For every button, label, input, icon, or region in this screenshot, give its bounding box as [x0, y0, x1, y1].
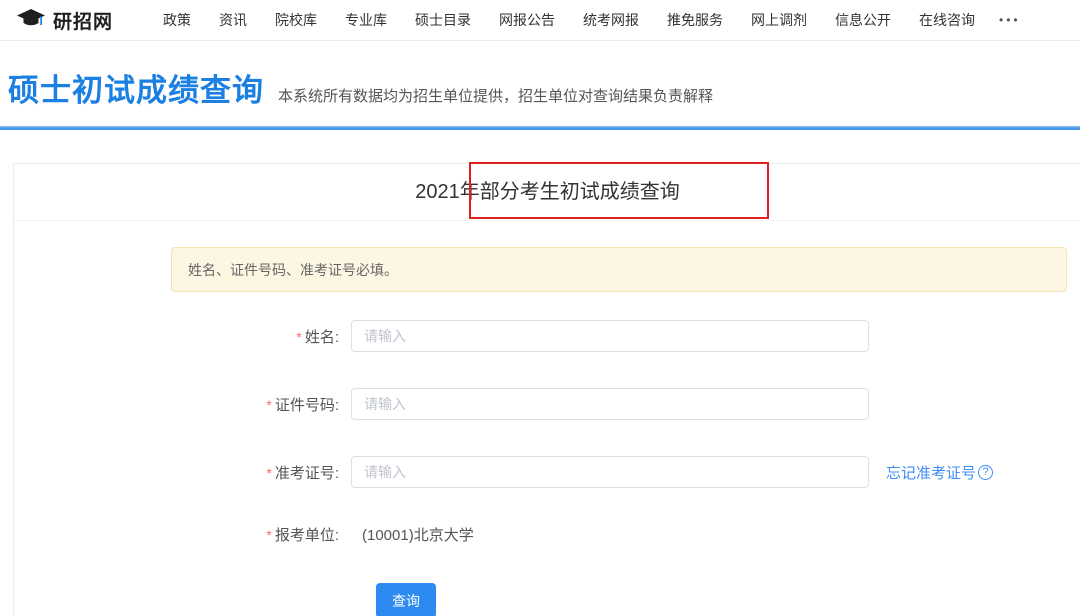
required-asterisk: * — [296, 329, 301, 345]
nav-item[interactable]: 推免服务 — [653, 10, 737, 30]
id-number-label: *证件号码: — [14, 394, 339, 415]
required-fields-alert: 姓名、证件号码、准考证号必填。 — [171, 247, 1067, 292]
graduation-cap-icon — [16, 8, 46, 32]
page-header: 硕士初试成绩查询 本系统所有数据均为招生单位提供，招生单位对查询结果负责解释 — [0, 41, 1080, 126]
card-header: 2021年部分考生初试成绩查询 — [14, 164, 1080, 221]
forgot-ticket-link[interactable]: 忘记准考证号 ? — [886, 462, 993, 483]
ticket-input[interactable] — [351, 456, 869, 488]
nav-item[interactable]: 网上调剂 — [737, 10, 821, 30]
site-logo[interactable]: 研招网 — [16, 7, 113, 34]
brand-name: 研招网 — [53, 7, 113, 34]
nav-more-ellipsis[interactable]: ••• — [989, 13, 1031, 27]
ticket-label: *准考证号: — [14, 462, 339, 483]
card-body: 姓名、证件号码、准考证号必填。 *姓名: *证件号码: *准考证号: — [14, 221, 1080, 616]
form-row-unit: *报考单位: (10001)北京大学 — [14, 524, 1080, 545]
nav-item[interactable]: 网报公告 — [485, 10, 569, 30]
required-asterisk: * — [266, 465, 271, 481]
header-divider — [0, 126, 1080, 130]
name-label: *姓名: — [14, 326, 339, 347]
name-input[interactable] — [351, 320, 869, 352]
top-nav: 研招网 政策资讯院校库专业库硕士目录网报公告统考网报推免服务网上调剂信息公开在线… — [0, 0, 1080, 41]
query-form: *姓名: *证件号码: *准考证号: 忘记准考证号 ? — [14, 320, 1080, 616]
query-button[interactable]: 查询 — [376, 583, 436, 616]
form-row-name: *姓名: — [14, 320, 1080, 352]
id-number-input[interactable] — [351, 388, 869, 420]
required-asterisk: * — [266, 397, 271, 413]
unit-label: *报考单位: — [14, 524, 339, 545]
score-query-card: 2021年部分考生初试成绩查询 姓名、证件号码、准考证号必填。 *姓名: *证件… — [13, 163, 1080, 616]
page-subtitle: 本系统所有数据均为招生单位提供，招生单位对查询结果负责解释 — [278, 85, 713, 106]
required-asterisk: * — [266, 527, 271, 543]
nav-item[interactable]: 在线咨询 — [905, 10, 989, 30]
nav-item[interactable]: 资讯 — [205, 10, 261, 30]
nav-menu: 政策资讯院校库专业库硕士目录网报公告统考网报推免服务网上调剂信息公开在线咨询 — [149, 10, 989, 30]
unit-value: (10001)北京大学 — [362, 524, 474, 545]
form-row-ticket: *准考证号: 忘记准考证号 ? — [14, 456, 1080, 488]
card-title: 2021年部分考生初试成绩查询 — [14, 164, 1080, 221]
nav-item[interactable]: 政策 — [149, 10, 205, 30]
help-icon: ? — [978, 465, 993, 480]
nav-item[interactable]: 院校库 — [261, 10, 331, 30]
nav-item[interactable]: 硕士目录 — [401, 10, 485, 30]
nav-item[interactable]: 信息公开 — [821, 10, 905, 30]
page-title: 硕士初试成绩查询 — [8, 65, 264, 110]
nav-item[interactable]: 专业库 — [331, 10, 401, 30]
nav-item[interactable]: 统考网报 — [569, 10, 653, 30]
form-row-id-number: *证件号码: — [14, 388, 1080, 420]
